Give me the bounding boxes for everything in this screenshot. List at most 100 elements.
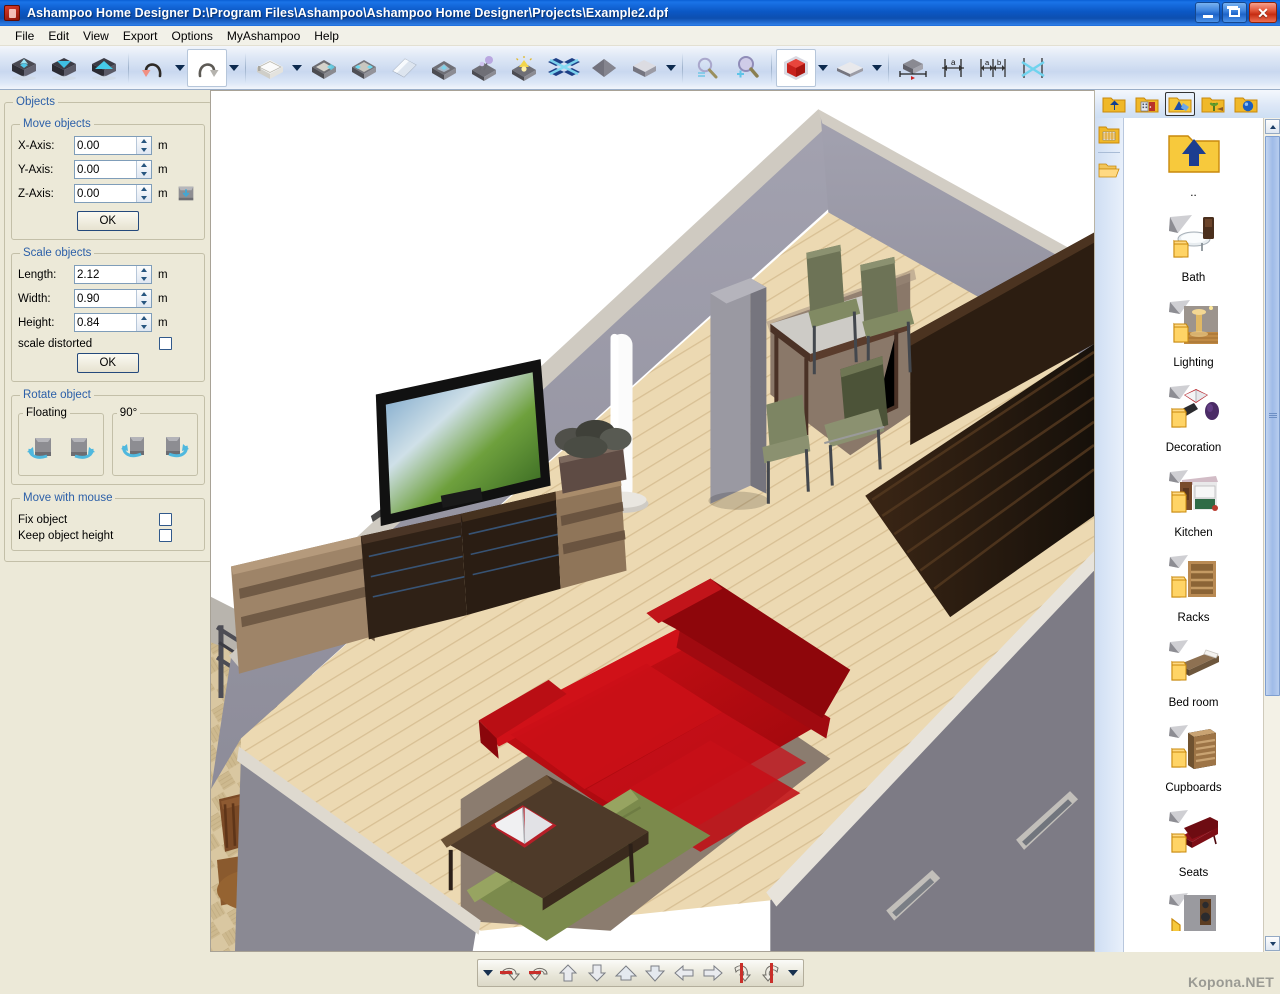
tab-up-folder[interactable]	[1099, 92, 1129, 116]
x-axis-field[interactable]	[75, 137, 136, 154]
y-axis-spinner[interactable]	[136, 161, 151, 178]
list-item[interactable]: Racks	[1124, 543, 1263, 628]
keep-object-height-checkbox[interactable]	[159, 529, 172, 542]
open-folder-icon[interactable]	[1098, 159, 1120, 181]
tab-objects[interactable]	[1165, 92, 1195, 116]
dimension-single-icon[interactable]: a	[933, 49, 973, 87]
undo-icon[interactable]	[133, 49, 173, 87]
rotate-scene-right-icon[interactable]	[525, 961, 553, 985]
surface-dropdown-icon[interactable]	[664, 49, 678, 87]
redo-dropdown-icon[interactable]	[227, 49, 241, 87]
x-axis-spinner[interactable]	[136, 137, 151, 154]
zoom-in-icon[interactable]	[727, 49, 767, 87]
undo-dropdown-icon[interactable]	[173, 49, 187, 87]
library-category-list[interactable]: ..	[1123, 118, 1263, 952]
y-axis-input[interactable]	[74, 160, 152, 179]
diagonal-dimension-icon[interactable]	[1013, 49, 1053, 87]
rotate-90-left-icon[interactable]	[119, 430, 153, 464]
light-icon[interactable]	[504, 49, 544, 87]
floor-plan-dropdown-icon[interactable]	[290, 49, 304, 87]
length-spinner[interactable]	[136, 266, 151, 283]
view-top-icon[interactable]	[4, 49, 44, 87]
redo-icon[interactable]	[187, 49, 227, 87]
view-front-icon[interactable]	[84, 49, 124, 87]
tilt-up-icon[interactable]	[612, 961, 640, 985]
3d-viewport[interactable]	[210, 90, 1094, 952]
scrollbar-thumb[interactable]	[1265, 136, 1280, 696]
maximize-button[interactable]	[1222, 2, 1247, 23]
navbar-left-dropdown-icon[interactable]	[481, 961, 495, 985]
menu-view[interactable]: View	[76, 27, 116, 45]
list-item[interactable]: Kitchen	[1124, 458, 1263, 543]
z-axis-field[interactable]	[75, 185, 136, 202]
dimension-chain-icon[interactable]: a b	[973, 49, 1013, 87]
height-input[interactable]	[74, 313, 152, 332]
orbit-left-icon[interactable]	[728, 961, 756, 985]
pan-left-icon[interactable]	[670, 961, 698, 985]
slab-icon[interactable]	[830, 49, 870, 87]
walls-icon[interactable]	[304, 49, 344, 87]
list-item[interactable]	[1124, 883, 1263, 935]
rotate-scene-left-icon[interactable]	[496, 961, 524, 985]
plants-icon[interactable]	[464, 49, 504, 87]
close-button[interactable]: ✕	[1249, 2, 1277, 23]
width-spinner[interactable]	[136, 290, 151, 307]
menu-file[interactable]: File	[8, 27, 41, 45]
tab-plants[interactable]	[1198, 92, 1228, 116]
rooms-icon[interactable]	[344, 49, 384, 87]
orbit-right-icon[interactable]	[757, 961, 785, 985]
scale-objects-ok-button[interactable]: OK	[77, 353, 139, 373]
floor-plan-icon[interactable]	[250, 49, 290, 87]
menu-export[interactable]: Export	[116, 27, 165, 45]
width-input[interactable]	[74, 289, 152, 308]
minimize-button[interactable]	[1195, 2, 1220, 23]
scroll-up-icon[interactable]	[1265, 119, 1280, 134]
list-item[interactable]: Lighting	[1124, 288, 1263, 373]
list-item[interactable]: Cupboards	[1124, 713, 1263, 798]
render-dropdown-icon[interactable]	[816, 49, 830, 87]
menu-edit[interactable]: Edit	[41, 27, 76, 45]
height-field[interactable]	[75, 314, 136, 331]
move-down-icon[interactable]	[583, 961, 611, 985]
z-axis-input[interactable]	[74, 184, 152, 203]
pan-right-icon[interactable]	[699, 961, 727, 985]
move-objects-ok-button[interactable]: OK	[77, 211, 139, 231]
rotate-floating-right-icon[interactable]	[63, 430, 97, 464]
surface-icon[interactable]	[624, 49, 664, 87]
rotate-90-right-icon[interactable]	[157, 430, 191, 464]
tab-materials[interactable]	[1231, 92, 1261, 116]
menu-myashampoo[interactable]: MyAshampoo	[220, 27, 307, 45]
measure-object-icon[interactable]	[893, 49, 933, 87]
menu-options[interactable]: Options	[165, 27, 220, 45]
scroll-down-icon[interactable]	[1265, 936, 1280, 951]
3d-scene[interactable]	[211, 91, 1094, 951]
rotate-floating-left-icon[interactable]	[25, 430, 59, 464]
drop-to-floor-icon[interactable]	[175, 182, 197, 204]
texture-icon[interactable]	[584, 49, 624, 87]
move-up-icon[interactable]	[554, 961, 582, 985]
length-input[interactable]	[74, 265, 152, 284]
terrain-icon[interactable]	[424, 49, 464, 87]
catalog-grid-icon[interactable]	[1098, 124, 1120, 146]
y-axis-field[interactable]	[75, 161, 136, 178]
render-cube-icon[interactable]	[776, 49, 816, 87]
library-scrollbar[interactable]	[1263, 118, 1280, 952]
fix-object-checkbox[interactable]	[159, 513, 172, 526]
navbar-right-dropdown-icon[interactable]	[786, 961, 800, 985]
list-item[interactable]: Decoration	[1124, 373, 1263, 458]
slab-dropdown-icon[interactable]	[870, 49, 884, 87]
list-item[interactable]: ..	[1124, 118, 1263, 203]
tilt-down-icon[interactable]	[641, 961, 669, 985]
list-item[interactable]: Seats	[1124, 798, 1263, 883]
width-field[interactable]	[75, 290, 136, 307]
z-axis-spinner[interactable]	[136, 185, 151, 202]
list-item[interactable]: Bed room	[1124, 628, 1263, 713]
height-spinner[interactable]	[136, 314, 151, 331]
list-item[interactable]: Bath	[1124, 203, 1263, 288]
roof-icon[interactable]	[384, 49, 424, 87]
length-field[interactable]	[75, 266, 136, 283]
zoom-out-icon[interactable]	[687, 49, 727, 87]
objects-icon[interactable]	[544, 49, 584, 87]
x-axis-input[interactable]	[74, 136, 152, 155]
scale-distorted-checkbox[interactable]	[159, 337, 172, 350]
